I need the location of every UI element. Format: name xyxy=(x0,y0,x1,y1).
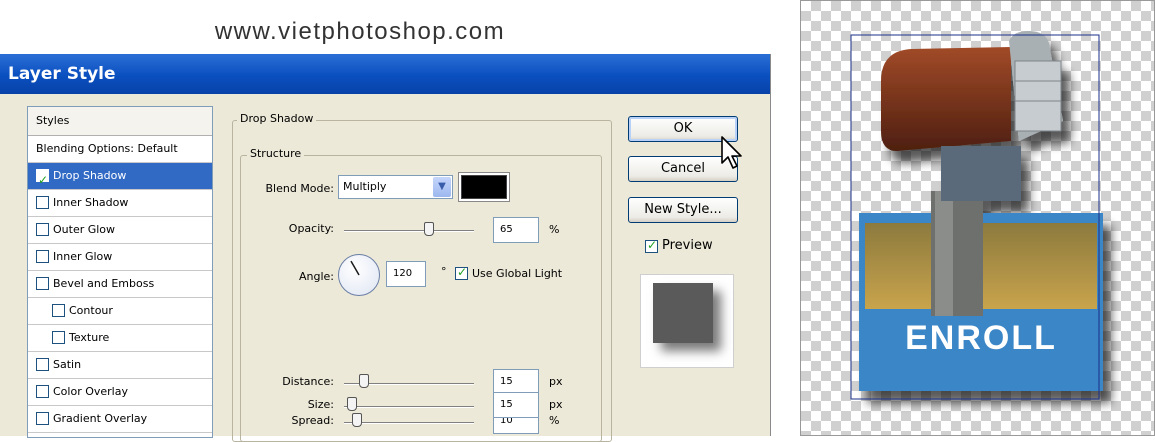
style-item-label: Gradient Overlay xyxy=(53,412,148,425)
mouse-pointer-icon xyxy=(721,136,742,169)
style-item-label: Texture xyxy=(69,331,110,344)
style-item-checkbox[interactable] xyxy=(36,222,49,236)
style-item-inner-shadow[interactable]: Inner Shadow xyxy=(28,190,212,217)
style-item-label: Drop Shadow xyxy=(53,169,127,182)
blend-mode-label: Blend Mode: xyxy=(265,182,335,195)
chevron-down-icon[interactable]: ▼ xyxy=(433,177,451,197)
style-item-satin[interactable]: Satin xyxy=(28,352,212,379)
angle-input[interactable]: 120 xyxy=(386,261,426,287)
style-item-label: Blending Options: Default xyxy=(36,142,178,155)
watermark-text: www.vietphotoshop.com xyxy=(214,18,506,45)
blend-mode-value: Multiply xyxy=(343,180,387,193)
style-item-label: Inner Shadow xyxy=(53,196,129,209)
style-item-blending-options-default[interactable]: Blending Options: Default xyxy=(28,136,212,163)
structure-title: Structure xyxy=(247,147,305,160)
style-item-label: Inner Glow xyxy=(53,250,113,263)
style-item-checkbox[interactable] xyxy=(36,411,49,425)
style-item-outer-glow[interactable]: Outer Glow xyxy=(28,217,212,244)
size-slider-thumb[interactable] xyxy=(346,397,357,411)
drop-shadow-title: Drop Shadow xyxy=(237,112,317,125)
angle-label: Angle: xyxy=(298,270,334,283)
opacity-slider[interactable] xyxy=(344,230,474,232)
blend-mode-select[interactable]: Multiply ▼ xyxy=(338,175,453,199)
size-slider[interactable] xyxy=(344,406,474,408)
opacity-unit: % xyxy=(549,223,560,236)
spread-slider[interactable] xyxy=(344,422,474,424)
use-global-light-label[interactable]: Use Global Light xyxy=(472,267,562,280)
enroll-banner-text: ENROLL xyxy=(905,319,1057,357)
style-preview-thumbnail xyxy=(640,274,734,368)
dialog-title-bar[interactable]: Layer Style xyxy=(0,54,770,94)
spread-slider-thumb[interactable] xyxy=(352,413,362,427)
distance-slider-thumb[interactable] xyxy=(358,374,369,388)
preview-checkbox[interactable] xyxy=(645,238,658,253)
new-style-button[interactable]: New Style... xyxy=(628,197,738,223)
mailbox-artwork: ENROLL xyxy=(850,31,1103,400)
spread-unit: % xyxy=(549,414,560,427)
layer-style-dialog: Layer Style Styles Blending Options: Def… xyxy=(0,54,771,442)
style-item-label: Bevel and Emboss xyxy=(53,277,155,290)
style-item-gradient-overlay[interactable]: Gradient Overlay xyxy=(28,406,212,433)
style-item-label: Outer Glow xyxy=(53,223,116,236)
use-global-light-checkbox[interactable] xyxy=(455,265,468,280)
styles-header-label: Styles xyxy=(36,114,70,127)
angle-dial-needle-icon xyxy=(350,260,360,276)
shadow-color-swatch[interactable] xyxy=(461,175,507,199)
style-item-texture[interactable]: Texture xyxy=(28,325,212,352)
style-item-checkbox[interactable] xyxy=(36,276,49,290)
distance-unit: px xyxy=(549,375,563,388)
opacity-slider-thumb[interactable] xyxy=(423,222,434,236)
style-item-checkbox[interactable] xyxy=(36,249,49,263)
styles-list: Styles Blending Options: Default Drop Sha… xyxy=(27,106,213,438)
style-item-color-overlay[interactable]: Color Overlay xyxy=(28,379,212,406)
angle-dial[interactable] xyxy=(338,254,380,296)
style-item-label: Color Overlay xyxy=(53,385,128,398)
styles-list-header[interactable]: Styles xyxy=(28,107,212,136)
style-item-bevel-and-emboss[interactable]: Bevel and Emboss xyxy=(28,271,212,298)
style-item-checkbox[interactable] xyxy=(52,330,65,344)
angle-unit: ° xyxy=(441,265,447,278)
size-label-row: Size: xyxy=(307,398,334,411)
style-item-checkbox[interactable] xyxy=(36,167,49,193)
style-item-checkbox[interactable] xyxy=(36,384,49,398)
style-item-checkbox[interactable] xyxy=(36,357,49,371)
size-input[interactable]: 15 xyxy=(493,392,539,418)
size-unit: px xyxy=(549,398,563,411)
style-item-drop-shadow[interactable]: Drop Shadow xyxy=(28,163,212,193)
preview-label[interactable]: Preview xyxy=(662,238,713,253)
style-item-label: Satin xyxy=(53,358,82,371)
transparent-canvas: ENROLL xyxy=(800,0,1155,436)
style-item-checkbox[interactable] xyxy=(36,195,49,209)
opacity-input[interactable]: 65 xyxy=(493,217,539,243)
style-item-contour[interactable]: Contour xyxy=(28,298,212,325)
style-item-label: Contour xyxy=(69,304,113,317)
preview-swatch xyxy=(653,283,713,343)
spread-label: Spread: xyxy=(291,414,334,427)
dialog-title: Layer Style xyxy=(8,64,116,84)
style-item-checkbox[interactable] xyxy=(52,303,65,317)
opacity-label: Opacity: xyxy=(288,222,334,235)
style-item-inner-glow[interactable]: Inner Glow xyxy=(28,244,212,271)
distance-label: Distance: xyxy=(282,375,334,388)
